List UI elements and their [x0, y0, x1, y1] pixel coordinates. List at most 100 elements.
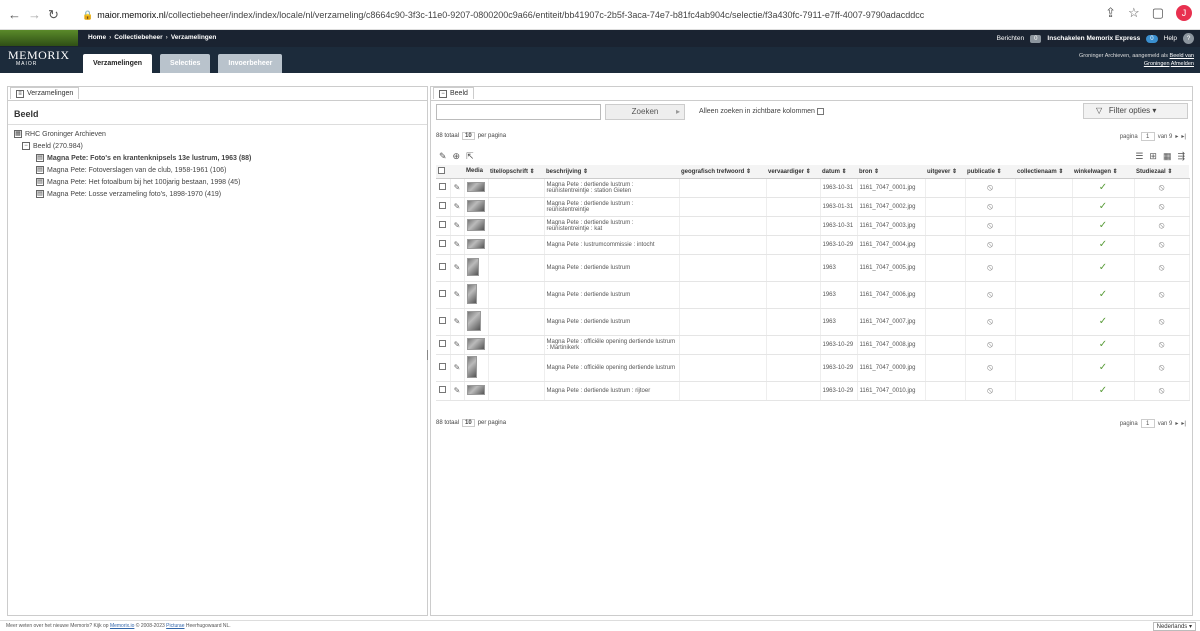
- column-collectienaam[interactable]: collectienaam ⇕: [1015, 165, 1072, 179]
- edit-record-icon[interactable]: ✎: [454, 290, 461, 299]
- table-row[interactable]: ✎ Magna Pete : dertiende lustrum : reünis…: [436, 178, 1190, 198]
- photo-thumbnail[interactable]: [466, 218, 485, 231]
- search-button[interactable]: Zoeken ▸: [605, 104, 685, 120]
- user-link[interactable]: Beeld van: [1170, 53, 1194, 59]
- tab-selecties[interactable]: Selecties: [160, 54, 211, 73]
- row-select-cell[interactable]: [436, 381, 451, 401]
- select-all-checkbox[interactable]: [438, 166, 445, 174]
- row-action-cell[interactable]: ✎: [450, 281, 465, 309]
- memorix-link[interactable]: Memorix.io: [110, 623, 134, 629]
- panel-resize-handle[interactable]: [427, 350, 429, 360]
- per-page-select[interactable]: 10: [462, 132, 475, 140]
- edit-record-icon[interactable]: ✎: [454, 221, 461, 230]
- photo-thumbnail[interactable]: [466, 199, 485, 212]
- column-geografisch[interactable]: geografisch trefwoord ⇕: [679, 165, 766, 179]
- bookmark-star-icon[interactable]: ☆: [1128, 5, 1140, 21]
- list-view-icon[interactable]: ☰: [1135, 151, 1143, 162]
- table-row[interactable]: ✎ Magna Pete : lustrumcommissie : intocht…: [436, 235, 1190, 255]
- row-checkbox[interactable]: [439, 290, 447, 297]
- row-action-cell[interactable]: ✎: [450, 381, 465, 401]
- forward-icon[interactable]: →: [28, 7, 41, 22]
- export-icon[interactable]: ⇱: [466, 151, 474, 162]
- filter-options-button[interactable]: ▽ Filter opties ▾: [1083, 103, 1188, 119]
- media-cell[interactable]: [464, 308, 489, 336]
- edit-record-icon[interactable]: ✎: [454, 263, 461, 272]
- berichten-link[interactable]: Berichten: [997, 35, 1024, 42]
- address-bar[interactable]: 🔒 maior.memorix.nl/collectiebeheer/index/…: [82, 6, 1182, 24]
- table-row[interactable]: ✎ Magna Pete : officiële opening dertiend…: [436, 335, 1190, 355]
- table-row[interactable]: ✎ Magna Pete : dertiende lustrum 1963 1161_…: [436, 254, 1190, 282]
- row-checkbox[interactable]: [439, 183, 447, 190]
- column-datum[interactable]: datum ⇕: [820, 165, 857, 179]
- edit-record-icon[interactable]: ✎: [454, 317, 461, 326]
- table-row[interactable]: ✎ Magna Pete : dertiende lustrum : reünis…: [436, 216, 1190, 236]
- next-page-icon[interactable]: ▸: [1175, 420, 1178, 427]
- select-all-header[interactable]: [436, 165, 450, 179]
- row-action-cell[interactable]: ✎: [450, 308, 465, 336]
- next-page-icon[interactable]: ▸: [1175, 133, 1178, 140]
- photo-thumbnail[interactable]: [466, 283, 477, 304]
- column-studiezaal[interactable]: Studiezaal ⇕: [1134, 165, 1189, 179]
- edit-record-icon[interactable]: ✎: [454, 340, 461, 349]
- back-icon[interactable]: ←: [8, 7, 21, 22]
- tree-root[interactable]: ▦ RHC Groninger Archieven: [14, 128, 251, 140]
- edit-record-icon[interactable]: ✎: [454, 183, 461, 192]
- user-link-continued[interactable]: Groningen: [1144, 61, 1170, 67]
- visible-columns-option[interactable]: Alleen zoeken in zichtbare kolommen: [699, 108, 824, 115]
- media-cell[interactable]: [464, 381, 489, 401]
- help-icon[interactable]: ?: [1183, 33, 1194, 44]
- media-cell[interactable]: [464, 281, 489, 309]
- photo-thumbnail[interactable]: [466, 337, 485, 350]
- page-input[interactable]: 1: [1140, 419, 1155, 428]
- row-select-cell[interactable]: [436, 335, 451, 355]
- logout-link[interactable]: Afmelden: [1171, 61, 1194, 67]
- row-checkbox[interactable]: [439, 202, 447, 209]
- tree-item[interactable]: ▤ Magna Pete: Foto's en krantenknipsels 1…: [14, 152, 251, 164]
- grid-view-icon[interactable]: ⊞: [1149, 151, 1157, 162]
- breadcrumb-collectiebeheer[interactable]: Collectiebeheer: [114, 34, 162, 41]
- table-row[interactable]: ✎ Magna Pete : dertiende lustrum : reünis…: [436, 197, 1190, 217]
- reload-icon[interactable]: ↻: [48, 7, 59, 23]
- row-select-cell[interactable]: [436, 216, 451, 236]
- visible-columns-checkbox[interactable]: [816, 108, 824, 115]
- tab-verzamelingen[interactable]: Verzamelingen: [83, 54, 153, 73]
- row-action-cell[interactable]: ✎: [450, 354, 465, 382]
- tile-view-icon[interactable]: ▦: [1163, 151, 1172, 162]
- row-action-cell[interactable]: ✎: [450, 197, 465, 217]
- photo-thumbnail[interactable]: [466, 310, 481, 331]
- collapse-icon[interactable]: −: [22, 142, 30, 150]
- column-titel[interactable]: titel/opschrift ⇕: [488, 165, 544, 179]
- tree-item[interactable]: ▤ Magna Pete: Het fotoalbum bij het 100ja…: [14, 176, 251, 188]
- panel-tab-beeld[interactable]: − Beeld: [433, 87, 474, 99]
- photo-thumbnail[interactable]: [466, 181, 485, 192]
- add-icon[interactable]: ⊕: [453, 151, 461, 162]
- share-icon[interactable]: ⇪: [1105, 5, 1116, 21]
- memorix-logo[interactable]: MEMORIX MAIOR: [0, 30, 78, 73]
- panel-tab-verzamelingen[interactable]: ≡ Verzamelingen: [10, 87, 80, 99]
- row-select-cell[interactable]: [436, 235, 451, 255]
- photo-thumbnail[interactable]: [466, 257, 479, 276]
- row-checkbox[interactable]: [439, 240, 447, 247]
- column-beschrijving[interactable]: beschrijving ⇕: [544, 165, 679, 179]
- tree-node-beeld[interactable]: − Beeld (270.984): [14, 140, 251, 152]
- media-cell[interactable]: [464, 197, 489, 217]
- row-checkbox[interactable]: [439, 221, 447, 228]
- row-checkbox[interactable]: [439, 363, 447, 370]
- row-action-cell[interactable]: ✎: [450, 178, 465, 198]
- row-checkbox[interactable]: [439, 386, 447, 393]
- breadcrumb-verzamelingen[interactable]: Verzamelingen: [171, 34, 217, 41]
- photo-thumbnail[interactable]: [466, 384, 485, 395]
- window-icon[interactable]: ▢: [1152, 5, 1164, 21]
- column-bron[interactable]: bron ⇕: [857, 165, 925, 179]
- row-select-cell[interactable]: [436, 308, 451, 336]
- language-select[interactable]: Nederlands ▾: [1152, 622, 1196, 631]
- profile-avatar[interactable]: J: [1176, 5, 1192, 21]
- column-uitgever[interactable]: uitgever ⇕: [925, 165, 965, 179]
- tree-item[interactable]: ▤ Magna Pete: Fotoverslagen van de club, …: [14, 164, 251, 176]
- row-select-cell[interactable]: [436, 354, 451, 382]
- row-checkbox[interactable]: [439, 317, 447, 324]
- row-action-cell[interactable]: ✎: [450, 335, 465, 355]
- column-vervaardiger[interactable]: vervaardiger ⇕: [766, 165, 820, 179]
- last-page-icon[interactable]: ▸|: [1181, 420, 1186, 427]
- row-checkbox[interactable]: [439, 340, 447, 347]
